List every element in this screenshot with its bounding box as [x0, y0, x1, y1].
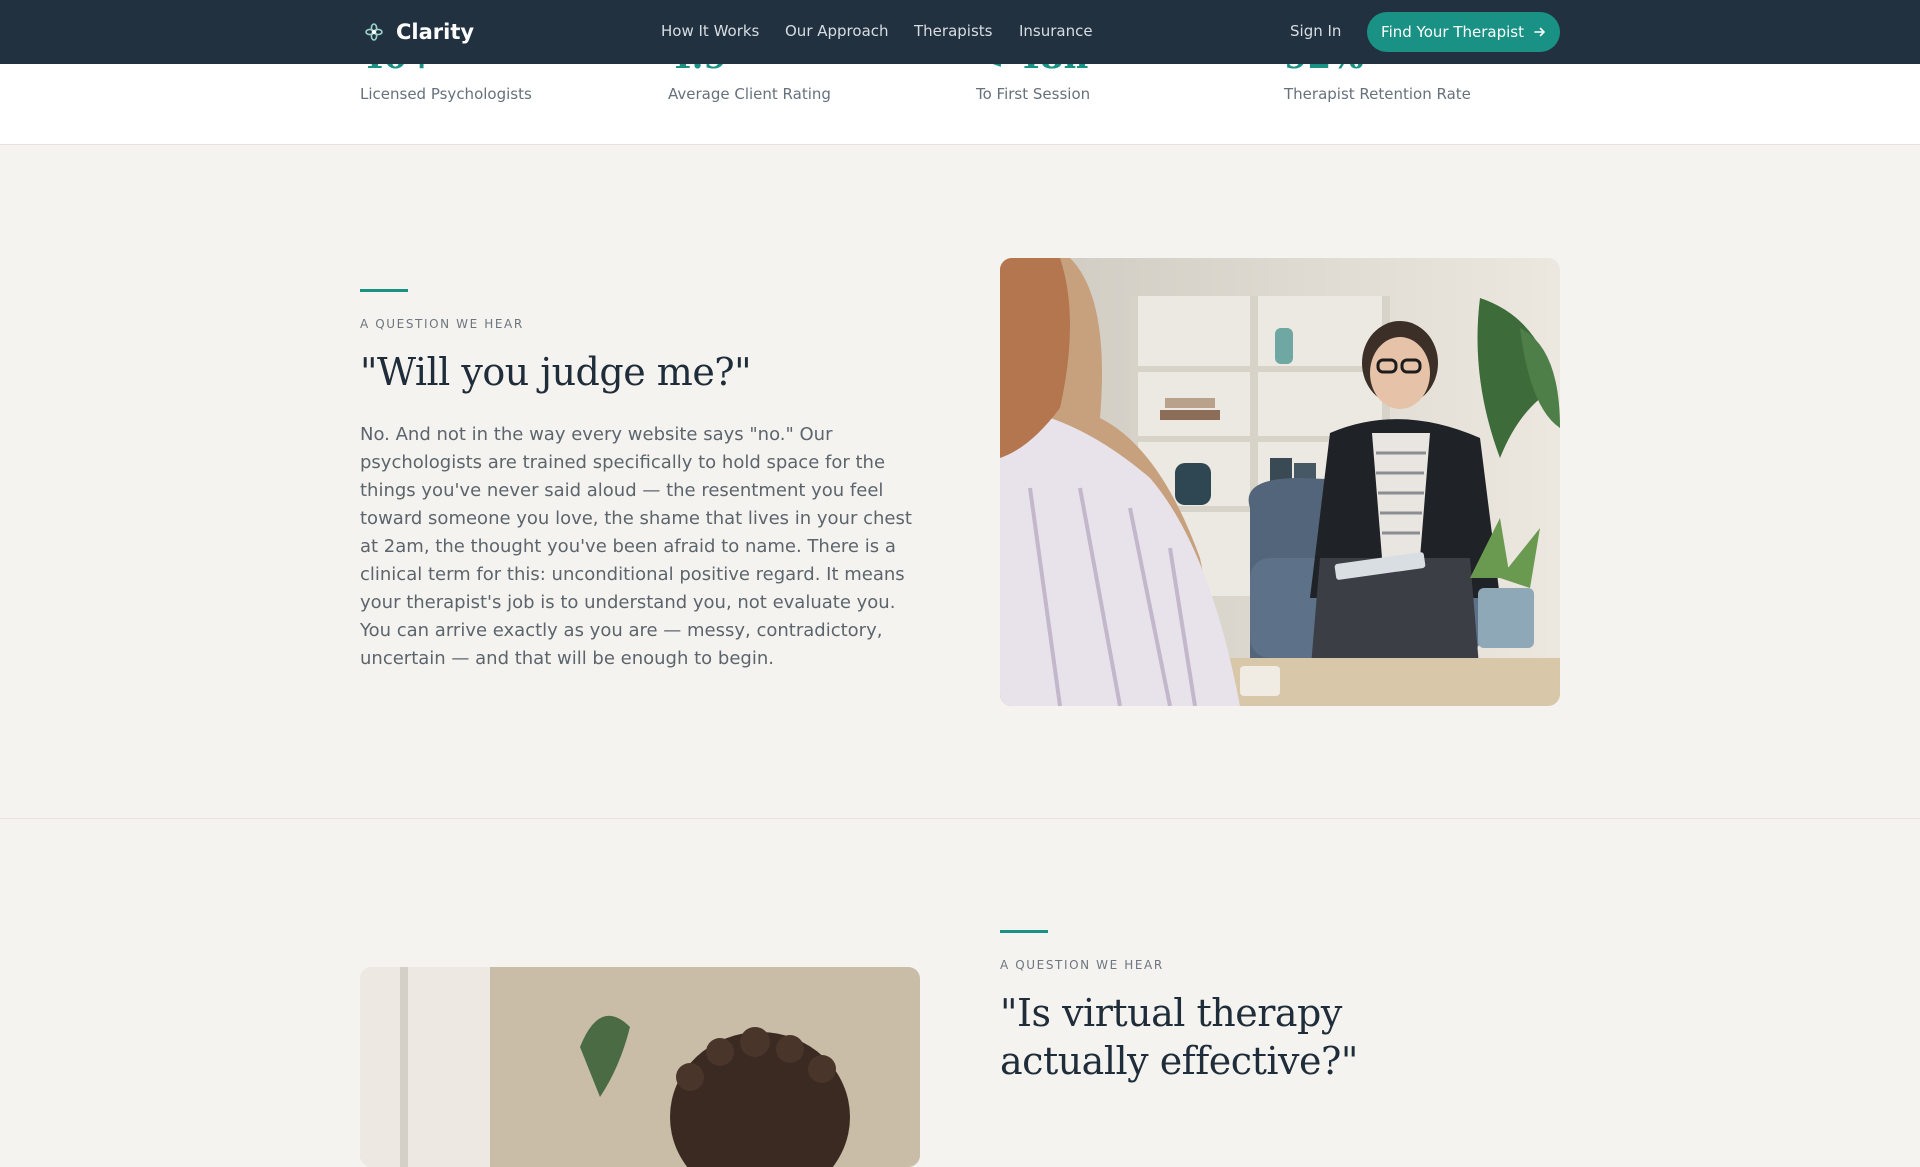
section-divider: [0, 818, 1920, 819]
therapy-session-photo: [1000, 258, 1560, 706]
virtual-therapy-illustration: [360, 967, 920, 1167]
stat-label: Licensed Psychologists: [360, 85, 532, 103]
stat-label: Average Client Rating: [668, 85, 831, 103]
nav-link-therapists[interactable]: Therapists: [914, 22, 992, 40]
nav-link-insurance[interactable]: Insurance: [1019, 22, 1093, 40]
find-therapist-button[interactable]: Find Your Therapist: [1367, 12, 1560, 52]
section-title: "Will you judge me?": [360, 350, 752, 394]
stat-value: 40+: [360, 64, 436, 77]
find-therapist-label: Find Your Therapist: [1381, 23, 1524, 41]
section-eyebrow: A QUESTION WE HEAR: [1000, 958, 1164, 972]
therapy-session-illustration: [1000, 258, 1560, 706]
stat-value: 4.9: [668, 64, 727, 77]
accent-rule: [1000, 930, 1048, 933]
brand-flower-icon: [365, 23, 383, 41]
arrow-right-icon: [1534, 27, 1545, 37]
stat-label: Therapist Retention Rate: [1284, 85, 1471, 103]
section-body: No. And not in the way every website say…: [360, 424, 912, 669]
accent-rule: [360, 289, 408, 292]
sign-in-link[interactable]: Sign In: [1290, 22, 1341, 40]
stat-label: To First Session: [976, 85, 1091, 103]
top-navigation: Clarity How It Works Our Approach Therap…: [0, 0, 1920, 64]
section-title: "Is virtual therapy actually effective?": [1000, 991, 1358, 1083]
stat-value: 92%: [1284, 64, 1364, 77]
stat-value: < 48h: [976, 64, 1088, 77]
virtual-therapy-photo: [360, 967, 920, 1167]
nav-link-how-it-works[interactable]: How It Works: [661, 22, 759, 40]
nav-link-our-approach[interactable]: Our Approach: [785, 22, 889, 40]
stats-strip: 40+ Licensed Psychologists 4.9 Average C…: [0, 64, 1920, 145]
brand-logo[interactable]: Clarity: [364, 18, 474, 46]
section-eyebrow: A QUESTION WE HEAR: [360, 317, 524, 331]
brand-name: Clarity: [396, 20, 475, 44]
